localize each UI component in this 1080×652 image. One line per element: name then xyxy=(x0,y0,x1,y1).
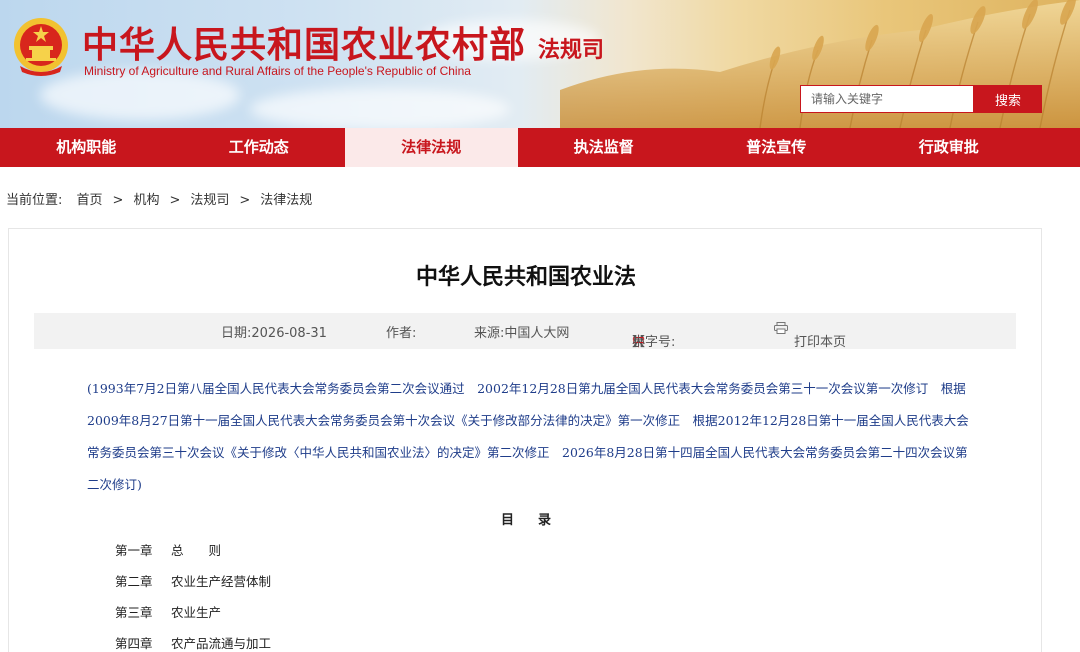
toc-item[interactable]: 第三章 农业生产 xyxy=(115,597,271,628)
nav-item-jigou[interactable]: 机构职能 xyxy=(0,128,173,167)
nav-item-falv[interactable]: 法律法规 xyxy=(345,128,518,167)
breadcrumb: 当前位置: 首页 > 机构 > 法规司 > 法律法规 xyxy=(6,189,312,208)
toc-chapter: 第四章 xyxy=(115,636,153,651)
toc-item[interactable]: 第二章 农业生产经营体制 xyxy=(115,566,271,597)
article-source: 来源:中国人大网 xyxy=(474,326,570,341)
breadcrumb-prefix: 当前位置: xyxy=(6,193,63,208)
main-nav: 机构职能 工作动态 法律法规 执法监督 普法宣传 行政审批 xyxy=(0,128,1080,167)
article-author: 作者: xyxy=(386,326,417,341)
toc-chapter-name: 农产品流通与加工 xyxy=(171,636,272,651)
search-button[interactable]: 搜索 xyxy=(974,85,1042,113)
font-size-close: 】 xyxy=(632,335,646,350)
national-emblem-icon xyxy=(14,18,68,76)
toc-title: 目录 xyxy=(500,513,575,528)
toc-chapter-name: 农业生产经营体制 xyxy=(171,574,272,589)
breadcrumb-separator: > xyxy=(169,193,181,208)
header-banner: 中华人民共和国农业农村部 Ministry of Agriculture and… xyxy=(0,0,1080,128)
print-label: 打印本页 xyxy=(794,335,847,350)
cloud-decoration xyxy=(250,88,510,128)
article-date: 日期:2026-08-31 xyxy=(221,326,327,341)
nav-item-pufa[interactable]: 普法宣传 xyxy=(690,128,863,167)
breadcrumb-separator: > xyxy=(112,193,124,208)
toc-chapter-name: 总 则 xyxy=(171,543,222,558)
toc-item[interactable]: 第一章 总 则 xyxy=(115,535,271,566)
print-button[interactable]: 打印本页 xyxy=(774,322,846,350)
toc-chapter: 第一章 xyxy=(115,543,153,558)
toc-chapter: 第二章 xyxy=(115,574,153,589)
table-of-contents: 第一章 总 则 第二章 农业生产经营体制 第三章 农业生产 第四章 农产品流通与加工 xyxy=(115,535,271,652)
toc-chapter-name: 农业生产 xyxy=(171,605,222,620)
breadcrumb-falv[interactable]: 法律法规 xyxy=(260,193,312,208)
article-card: 中华人民共和国农业法 日期:2026-08-31 作者: 来源:中国人大网 【字… xyxy=(8,228,1042,652)
department-name: 法规司 xyxy=(538,37,605,63)
site-title[interactable]: 中华人民共和国农业农村部 xyxy=(82,16,526,68)
nav-item-gongzuo[interactable]: 工作动态 xyxy=(173,128,346,167)
nav-item-zhifa[interactable]: 执法监督 xyxy=(518,128,691,167)
site-title-english: Ministry of Agriculture and Rural Affair… xyxy=(84,64,471,78)
article-meta-bar: 日期:2026-08-31 作者: 来源:中国人大网 【字号: 大 中 小】 打印… xyxy=(34,313,1016,350)
nav-item-xingzheng[interactable]: 行政审批 xyxy=(863,128,1036,167)
breadcrumb-jigou[interactable]: 机构 xyxy=(133,193,159,208)
breadcrumb-separator: > xyxy=(239,193,251,208)
breadcrumb-fagui[interactable]: 法规司 xyxy=(190,193,229,208)
breadcrumb-home[interactable]: 首页 xyxy=(77,193,103,208)
toc-item[interactable]: 第四章 农产品流通与加工 xyxy=(115,628,271,652)
search-input[interactable] xyxy=(800,85,974,113)
article-title: 中华人民共和国农业法 xyxy=(415,265,636,290)
article-intro: (1993年7月2日第八届全国人民代表大会常务委员会第二次会议通过 2002年1… xyxy=(87,381,969,492)
printer-icon xyxy=(774,322,788,334)
toc-chapter: 第三章 xyxy=(115,605,153,620)
